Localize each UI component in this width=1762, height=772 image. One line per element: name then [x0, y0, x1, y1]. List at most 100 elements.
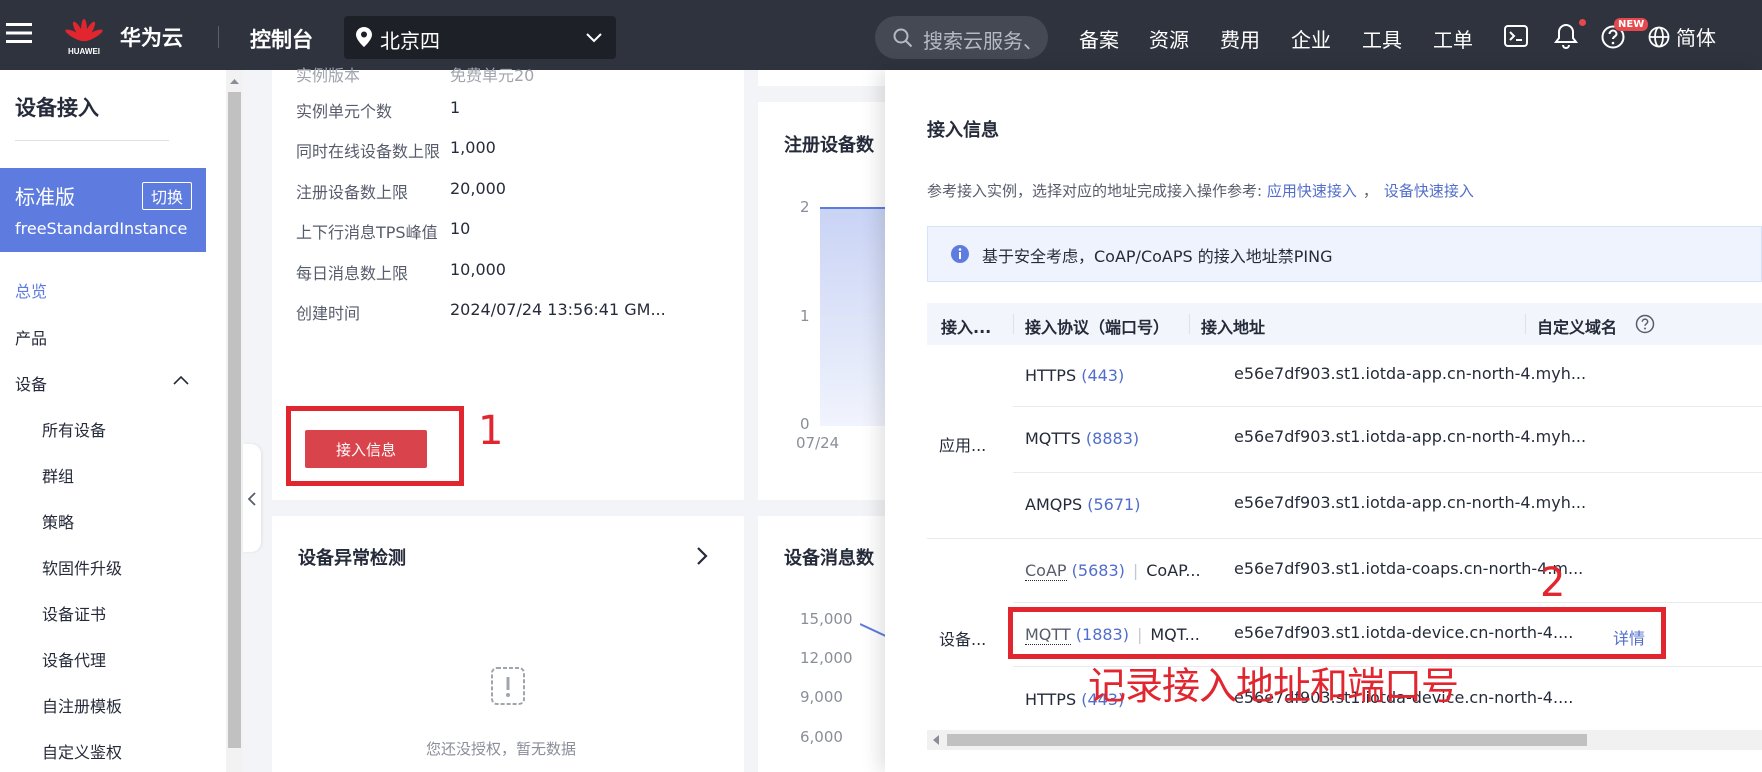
- col-custom-domain: 自定义域名: [1537, 318, 1618, 337]
- scroll-left-arrow-icon[interactable]: [931, 734, 941, 746]
- sidebar-item-firmware[interactable]: 软固件升级: [42, 555, 122, 579]
- svg-text:HUAWEI: HUAWEI: [68, 47, 100, 56]
- group-label-app: 应用...: [939, 436, 987, 455]
- sidebar-item-product[interactable]: 产品: [15, 325, 47, 349]
- device-quick-access-link[interactable]: 设备快速接入: [1384, 182, 1474, 200]
- edition-name: 标准版: [15, 185, 75, 209]
- y-tick: 6,000: [800, 728, 843, 746]
- info-label: 同时在线设备数上限: [296, 142, 441, 161]
- separator: |: [1132, 561, 1139, 580]
- table-row: CoAP (5683) | CoAP...: [1025, 561, 1201, 581]
- info-value: 20,000: [450, 179, 506, 198]
- console-link[interactable]: 控制台: [250, 24, 313, 54]
- row-divider: [1013, 472, 1762, 473]
- group-label-device: 设备...: [939, 630, 987, 649]
- sidebar-title: 设备接入: [15, 96, 99, 120]
- y-tick: 15,000: [800, 610, 853, 628]
- table-header: 接入... 接入协议（端口号） 接入地址 自定义域名: [927, 303, 1762, 345]
- sidebar-item-overview[interactable]: 总览: [15, 278, 47, 302]
- col-access-type: 接入...: [941, 318, 992, 337]
- sidebar-item-custom-auth[interactable]: 自定义鉴权: [42, 739, 122, 763]
- left-sidebar: 设备接入 标准版 切换 freeStandardInstance 总览 产品 设…: [0, 70, 226, 772]
- hamburger-menu-icon[interactable]: [6, 22, 32, 44]
- anomaly-detection-card: 设备异常检测: [272, 516, 744, 772]
- info-label: 上下行消息TPS峰值: [296, 223, 438, 242]
- info-value: 2024/07/24 13:56:41 GM...: [450, 300, 666, 319]
- info-label: 实例单元个数: [296, 102, 393, 121]
- protocol-name: MQTTS: [1025, 429, 1081, 448]
- divider: [218, 26, 219, 48]
- switch-edition-button[interactable]: 切换: [141, 182, 192, 210]
- port-number: (443): [1081, 366, 1125, 385]
- table-row: MQTTS (8883): [1025, 429, 1139, 448]
- top-navigation-bar: HUAWEI 华为云 控制台 北京四 搜索云服务、 备案 资源 费用 企业 工具…: [0, 0, 1762, 70]
- edition-card: 标准版 切换 freeStandardInstance: [0, 168, 206, 252]
- new-badge: NEW: [1614, 18, 1649, 31]
- sidebar-item-group[interactable]: 群组: [42, 463, 74, 487]
- nav-enterprise[interactable]: 企业: [1291, 24, 1331, 53]
- search-icon: [893, 28, 913, 48]
- access-address[interactable]: e56e7df903.st1.iotda-app.cn-north-4.myh.…: [1234, 427, 1586, 446]
- info-value: 10: [450, 219, 471, 238]
- globe-icon: [1648, 26, 1670, 48]
- language-label: 简体: [1676, 26, 1716, 50]
- annotation-number-1: 1: [478, 408, 504, 454]
- nav-billing[interactable]: 费用: [1220, 24, 1260, 53]
- sidebar-item-device[interactable]: 设备: [15, 371, 47, 395]
- no-permission-icon: [486, 664, 530, 708]
- chevron-right-icon[interactable]: [696, 546, 708, 566]
- sidebar-scrollbar[interactable]: [226, 70, 243, 772]
- access-address[interactable]: e56e7df903.st1.iotda-app.cn-north-4.myh.…: [1234, 364, 1586, 383]
- sidebar-item-self-register[interactable]: 自注册模板: [42, 693, 122, 717]
- scrollbar-thumb[interactable]: [228, 92, 241, 748]
- scrollbar-thumb[interactable]: [947, 734, 1587, 746]
- annotation-note: 记录接入地址和端口号: [1088, 664, 1459, 708]
- nav-resources[interactable]: 资源: [1149, 24, 1189, 53]
- protocol-name[interactable]: CoAP: [1025, 561, 1067, 581]
- info-label: 注册设备数上限: [296, 183, 409, 202]
- chevron-up-icon[interactable]: [173, 375, 189, 385]
- help-icon[interactable]: [1635, 314, 1655, 334]
- collapse-sidebar-button[interactable]: [243, 444, 261, 552]
- access-address[interactable]: e56e7df903.st1.iotda-coaps.cn-north-4.m.…: [1234, 559, 1583, 578]
- instance-name: freeStandardInstance: [15, 219, 188, 238]
- nav-filing[interactable]: 备案: [1079, 24, 1119, 53]
- empty-state-text: 您还没授权，暂无数据: [426, 740, 577, 758]
- sidebar-item-cert[interactable]: 设备证书: [42, 601, 106, 625]
- description-text: 参考接入实例，选择对应的地址完成接入操作参考:: [927, 182, 1267, 200]
- region-selector[interactable]: 北京四: [344, 16, 616, 59]
- security-notice: 基于安全考虑，CoAP/CoAPS 的接入地址禁PING: [927, 226, 1762, 282]
- info-value: 1,000: [450, 138, 496, 157]
- nav-tools[interactable]: 工具: [1362, 24, 1402, 53]
- bell-icon[interactable]: [1554, 23, 1578, 49]
- card-title: 设备异常检测: [298, 548, 406, 569]
- annotation-box-1: [286, 406, 464, 486]
- info-value: 1: [450, 98, 461, 117]
- location-pin-icon: [356, 27, 372, 47]
- region-name: 北京四: [380, 29, 440, 53]
- terminal-icon[interactable]: [1504, 25, 1528, 47]
- col-protocol: 接入协议（端口号）: [1025, 318, 1170, 337]
- sidebar-item-policy[interactable]: 策略: [42, 509, 74, 533]
- y-tick: 2: [800, 198, 810, 216]
- protocol-name: AMQPS: [1025, 495, 1083, 514]
- brand-name[interactable]: 华为云: [120, 22, 183, 52]
- info-icon: [950, 244, 970, 264]
- app-quick-access-link[interactable]: 应用快速接入: [1267, 182, 1357, 200]
- language-switch[interactable]: 简体: [1648, 22, 1716, 51]
- info-value: 10,000: [450, 260, 506, 279]
- sidebar-item-proxy[interactable]: 设备代理: [42, 647, 106, 671]
- search-box[interactable]: 搜索云服务、: [875, 16, 1048, 59]
- huawei-logo[interactable]: HUAWEI: [64, 16, 104, 56]
- annotation-number-2: 2: [1540, 560, 1566, 606]
- notice-text: 基于安全考虑，CoAP/CoAPS 的接入地址禁PING: [982, 247, 1333, 266]
- sidebar-item-all-devices[interactable]: 所有设备: [42, 417, 106, 441]
- drawer-title: 接入信息: [927, 120, 999, 141]
- search-placeholder: 搜索云服务、: [923, 29, 1041, 53]
- access-address[interactable]: e56e7df903.st1.iotda-app.cn-north-4.myh.…: [1234, 493, 1586, 512]
- table-horizontal-scrollbar[interactable]: [927, 730, 1762, 750]
- nav-tickets[interactable]: 工单: [1433, 24, 1473, 53]
- col-address: 接入地址: [1201, 318, 1266, 337]
- y-tick: 1: [800, 307, 810, 325]
- instance-version-value: 免费单元20: [450, 66, 535, 85]
